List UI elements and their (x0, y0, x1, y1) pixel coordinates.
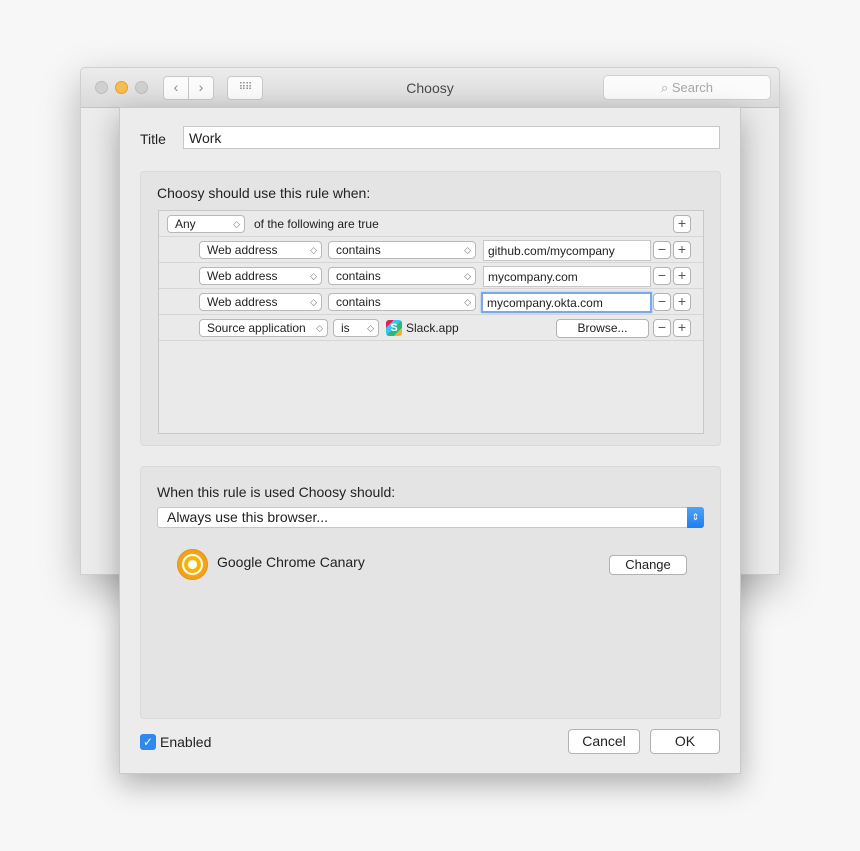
rule-value-input[interactable]: github.com/mycompany (483, 240, 651, 261)
popup-arrows-icon: ◇ (464, 297, 471, 307)
rule-field-value: Source application (207, 321, 306, 335)
browser-name: Google Chrome Canary (217, 554, 365, 570)
rule-field-value: Web address (207, 269, 278, 283)
rule-field-value: Web address (207, 243, 278, 257)
action-select-value: Always use this browser... (167, 509, 329, 525)
rule-field-popup[interactable]: Source application ◇ (199, 319, 328, 337)
search-icon: ⌕ (660, 80, 669, 95)
popup-arrows-icon: ◇ (464, 245, 471, 255)
source-app-name: Slack.app (406, 321, 459, 335)
conditions-group: Choosy should use this rule when: Any ◇ … (140, 171, 721, 446)
change-browser-button[interactable]: Change (609, 555, 687, 575)
rule-field-value: Web address (207, 295, 278, 309)
popup-arrows-icon: ◇ (316, 323, 323, 333)
popup-arrows-icon: ◇ (233, 219, 240, 229)
match-mode-row: Any ◇ of the following are true + (159, 211, 703, 237)
conditions-heading: Choosy should use this rule when: (157, 185, 371, 201)
search-placeholder: Search (671, 80, 714, 95)
remove-rule-button[interactable]: − (653, 241, 671, 259)
add-rule-button[interactable]: + (673, 293, 691, 311)
chevron-updown-icon: ⇕ (687, 507, 704, 528)
remove-rule-button[interactable]: − (653, 267, 671, 285)
slack-app-icon: S (386, 320, 402, 336)
browse-button[interactable]: Browse... (556, 319, 649, 338)
rule-operator-popup[interactable]: contains ◇ (328, 241, 476, 259)
rule-operator-value: contains (336, 243, 381, 257)
chrome-canary-icon (177, 549, 208, 580)
add-rule-button[interactable]: + (673, 319, 691, 337)
rule-row: Web address ◇ contains ◇ mycompany.okta.… (159, 289, 703, 315)
rule-value-input[interactable]: mycompany.com (483, 266, 651, 287)
rule-operator-value: contains (336, 269, 381, 283)
rule-operator-value: is (341, 321, 350, 335)
action-select[interactable]: Always use this browser... ⇕ (157, 507, 704, 528)
rule-field-popup[interactable]: Web address ◇ (199, 293, 322, 311)
enabled-checkbox[interactable]: ✓ (140, 734, 156, 750)
popup-arrows-icon: ◇ (310, 297, 317, 307)
popup-arrows-icon: ◇ (310, 245, 317, 255)
title-input[interactable]: Work (183, 126, 720, 149)
search-field[interactable]: ⌕ Search (603, 75, 771, 100)
match-mode-value: Any (175, 217, 196, 231)
remove-rule-button[interactable]: − (653, 293, 671, 311)
ok-button[interactable]: OK (650, 729, 720, 754)
rule-row: Web address ◇ contains ◇ github.com/myco… (159, 237, 703, 263)
match-mode-popup[interactable]: Any ◇ (167, 215, 245, 233)
remove-rule-button[interactable]: − (653, 319, 671, 337)
rule-field-popup[interactable]: Web address ◇ (199, 241, 322, 259)
title-bar: ‹ › ⠿⠿ Choosy ⌕ Search (81, 68, 779, 108)
title-label: Title (140, 131, 166, 147)
action-group: When this rule is used Choosy should: Al… (140, 466, 721, 719)
match-suffix-text: of the following are true (254, 217, 379, 231)
rule-row: Web address ◇ contains ◇ mycompany.com −… (159, 263, 703, 289)
rule-value-input[interactable]: mycompany.okta.com (481, 292, 652, 313)
rule-editor-sheet: Title Work Choosy should use this rule w… (119, 107, 741, 774)
popup-arrows-icon: ◇ (367, 323, 374, 333)
rules-list: Any ◇ of the following are true + Web ad… (158, 210, 704, 434)
enabled-label: Enabled (160, 734, 212, 750)
add-rule-button[interactable]: + (673, 215, 691, 233)
add-rule-button[interactable]: + (673, 241, 691, 259)
rule-operator-popup[interactable]: contains ◇ (328, 293, 476, 311)
add-rule-button[interactable]: + (673, 267, 691, 285)
action-heading: When this rule is used Choosy should: (157, 484, 396, 500)
popup-arrows-icon: ◇ (464, 271, 471, 281)
rule-field-popup[interactable]: Web address ◇ (199, 267, 322, 285)
rule-operator-popup[interactable]: contains ◇ (328, 267, 476, 285)
checkmark-icon: ✓ (142, 735, 154, 749)
rule-operator-popup[interactable]: is ◇ (333, 319, 379, 337)
cancel-button[interactable]: Cancel (568, 729, 640, 754)
rule-row: Source application ◇ is ◇ S Slack.app Br… (159, 315, 703, 341)
rule-operator-value: contains (336, 295, 381, 309)
popup-arrows-icon: ◇ (310, 271, 317, 281)
